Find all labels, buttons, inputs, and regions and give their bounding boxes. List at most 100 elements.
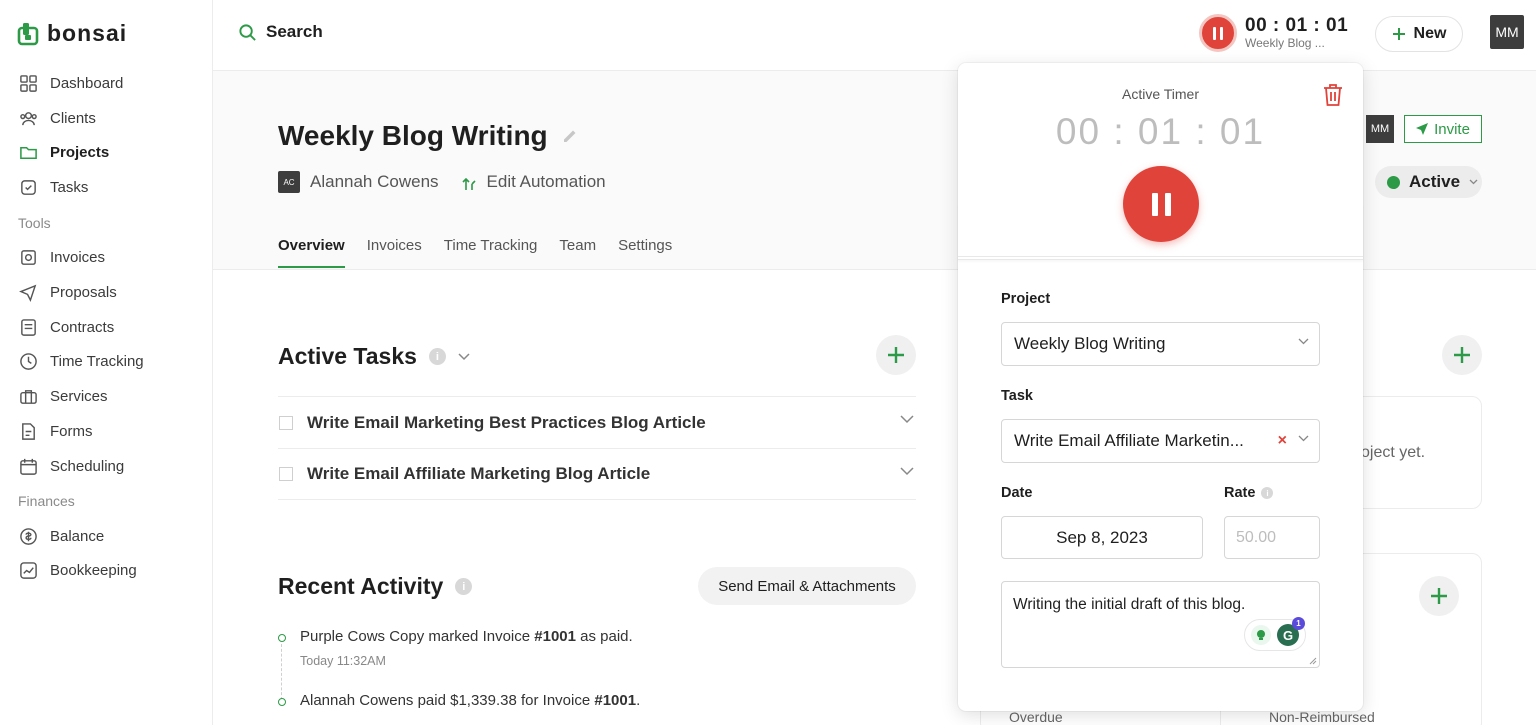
top-bar: Search 00 : 01 : 01 Weekly Blog ... New … (213, 0, 1536, 71)
info-icon[interactable]: i (1261, 487, 1274, 499)
task-select[interactable]: Write Email Affiliate Marketin... × (1001, 419, 1320, 463)
edit-automation-link[interactable]: Edit Automation (487, 172, 606, 192)
invite-button[interactable]: Invite (1404, 115, 1482, 143)
timer-label: Active Timer (1121, 86, 1199, 102)
project-select[interactable]: Weekly Blog Writing (1001, 322, 1320, 366)
pause-bar-icon (1220, 26, 1223, 40)
recent-activity-title: Recent Activity (278, 573, 444, 599)
tab-team[interactable]: Team (559, 237, 596, 268)
send-email-button[interactable]: Send Email & Attachments (698, 567, 916, 605)
pause-bar-icon (1151, 192, 1158, 216)
activity-text: Alannah Cowens paid $1,339.38 for Invoic… (300, 692, 595, 709)
sidebar-item-projects[interactable]: Projects (0, 136, 213, 171)
tab-time-tracking[interactable]: Time Tracking (444, 237, 538, 268)
task-select-value: Write Email Affiliate Marketin... (1014, 431, 1244, 450)
sidebar-item-forms[interactable]: Forms (0, 414, 213, 449)
rate-input[interactable]: 50.00 (1224, 516, 1320, 559)
chevron-down-icon[interactable] (900, 467, 914, 476)
new-button[interactable]: New (1375, 16, 1463, 52)
tab-overview[interactable]: Overview (278, 237, 345, 268)
plus-icon (1454, 347, 1470, 363)
sidebar-item-contracts[interactable]: Contracts (0, 310, 213, 345)
active-tasks-title: Active Tasks (278, 343, 417, 369)
chart-icon (20, 562, 37, 580)
task-row[interactable]: Write Email Marketing Best Practices Blo… (278, 396, 916, 448)
dashboard-icon (20, 75, 37, 92)
sidebar-item-balance[interactable]: Balance (0, 519, 213, 554)
chevron-down-icon[interactable] (900, 415, 914, 424)
activity-time: Today 11:32AM (300, 654, 386, 668)
project-select-value: Weekly Blog Writing (1014, 334, 1166, 353)
logo[interactable]: bonsai (17, 20, 127, 47)
clear-icon[interactable]: × (1278, 432, 1287, 450)
mini-timer[interactable]: 00 : 01 : 01 Weekly Blog ... (1199, 14, 1348, 52)
sidebar-item-label: Balance (50, 527, 105, 545)
task-checkbox[interactable] (279, 467, 293, 481)
mini-pause-button[interactable] (1199, 14, 1237, 52)
add-expense-button[interactable] (1419, 576, 1459, 616)
sidebar-item-invoices[interactable]: Invoices (0, 240, 213, 275)
send-icon (19, 284, 37, 302)
add-button[interactable] (1442, 335, 1482, 375)
tab-invoices[interactable]: Invoices (367, 237, 422, 268)
info-icon[interactable]: i (428, 348, 446, 365)
user-avatar[interactable]: MM (1490, 15, 1524, 49)
sidebar-item-bookkeeping[interactable]: Bookkeeping (0, 554, 213, 589)
project-field-label: Project (1001, 291, 1051, 307)
tab-settings[interactable]: Settings (618, 237, 672, 268)
sidebar-item-time-tracking[interactable]: Time Tracking (0, 345, 213, 380)
sidebar-item-label: Invoices (50, 249, 106, 267)
sidebar-item-label: Services (50, 388, 108, 406)
bonsai-logo-icon (17, 22, 39, 45)
lightbulb-icon[interactable] (1251, 625, 1271, 645)
activity-text: as paid. (575, 628, 633, 645)
sidebar-item-dashboard[interactable]: Dashboard (0, 66, 213, 101)
plus-icon (1431, 588, 1447, 604)
client-name[interactable]: Alannah Cowens (310, 172, 439, 192)
contract-icon (21, 318, 36, 336)
project-title: Weekly Blog Writing (278, 120, 548, 151)
trash-icon[interactable] (1322, 83, 1344, 107)
pencil-icon[interactable] (562, 128, 578, 144)
project-tabs: Overview Invoices Time Tracking Team Set… (278, 237, 672, 268)
invoice-number[interactable]: #1001 (534, 628, 576, 645)
sidebar-item-proposals[interactable]: Proposals (0, 275, 213, 310)
briefcase-icon (20, 390, 37, 405)
invoice-icon (21, 250, 36, 265)
sidebar-item-services[interactable]: Services (0, 379, 213, 414)
timer-display: 00 : 01 : 01 (1055, 111, 1266, 152)
task-checkbox[interactable] (279, 415, 293, 430)
team-avatar[interactable]: MM (1366, 115, 1394, 143)
balance-icon (20, 527, 37, 545)
folder-icon (20, 147, 37, 160)
status-dropdown[interactable]: Active (1375, 166, 1482, 198)
pause-timer-button[interactable] (1123, 166, 1199, 242)
sidebar-item-tasks[interactable]: Tasks (0, 170, 213, 205)
sidebar-item-scheduling[interactable]: Scheduling (0, 449, 213, 484)
rate-label: Rate (1224, 485, 1256, 501)
grammarly-widget[interactable]: G 1 (1244, 617, 1306, 651)
date-input[interactable]: Sep 8, 2023 (1001, 516, 1203, 559)
sidebar-item-label: Clients (50, 109, 96, 127)
activity-feed: Purple Cows Copy marked Invoice #1001 as… (278, 628, 918, 709)
add-task-button[interactable] (876, 335, 916, 375)
sidebar-item-label: Bookkeeping (50, 562, 137, 580)
new-label: New (1413, 25, 1447, 42)
resize-handle-icon[interactable] (1309, 657, 1317, 665)
status-dot-icon (1387, 175, 1400, 189)
search-button[interactable]: Search (238, 22, 323, 42)
grammarly-icon[interactable]: G 1 (1277, 617, 1305, 646)
grammarly-badge: 1 (1292, 617, 1305, 630)
invoice-number[interactable]: #1001 (594, 692, 636, 709)
sidebar-item-clients[interactable]: Clients (0, 101, 213, 136)
pause-bar-icon (1164, 192, 1171, 216)
overdue-label: Overdue (1009, 709, 1063, 725)
info-icon[interactable]: i (455, 578, 473, 595)
task-title: Write Email Affiliate Marketing Blog Art… (307, 464, 651, 483)
chevron-down-icon[interactable] (458, 352, 470, 361)
task-row[interactable]: Write Email Affiliate Marketing Blog Art… (278, 448, 916, 500)
sidebar-item-label: Projects (50, 144, 110, 162)
automation-icon (461, 177, 476, 190)
tools-section-label: Tools (18, 214, 51, 231)
sidebar-item-label: Dashboard (50, 74, 124, 92)
